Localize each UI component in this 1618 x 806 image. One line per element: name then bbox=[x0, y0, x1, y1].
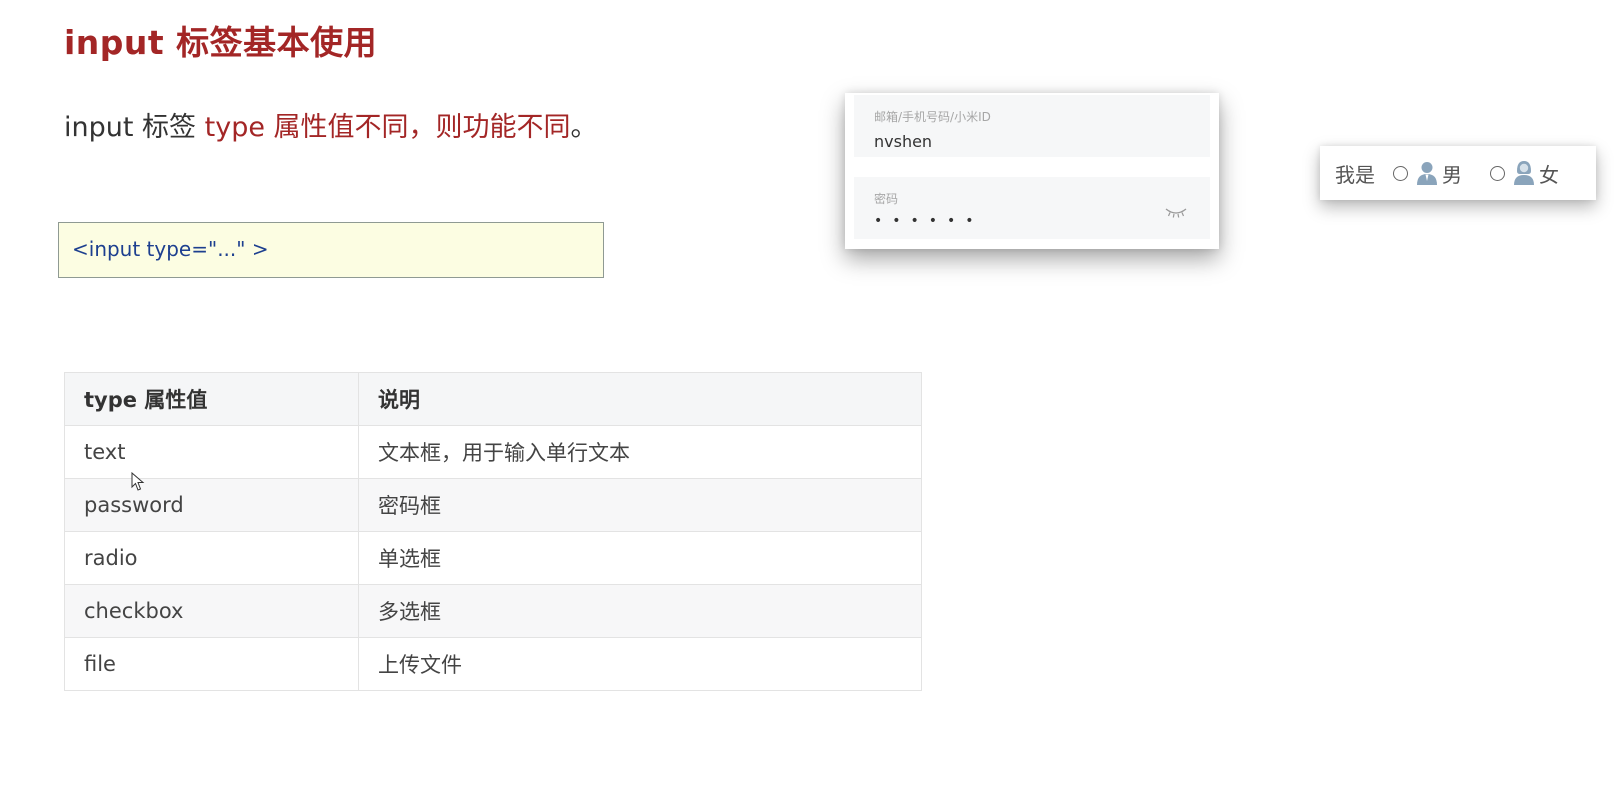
table-row: text 文本框，用于输入单行文本 bbox=[64, 425, 922, 479]
page-title: input 标签基本使用 bbox=[64, 23, 378, 62]
radio-female[interactable] bbox=[1490, 165, 1505, 181]
type-value: password bbox=[64, 478, 359, 532]
login-form-demo: 邮箱/手机号码/小米ID nvshen 密码 •••••• bbox=[845, 93, 1219, 249]
table-header-row: type 属性值 说明 bbox=[64, 372, 922, 426]
type-value: file bbox=[64, 637, 359, 691]
type-value: checkbox bbox=[64, 584, 359, 638]
type-value: text bbox=[64, 425, 359, 479]
table-row: checkbox 多选框 bbox=[64, 584, 922, 638]
password-field[interactable]: 密码 •••••• bbox=[854, 177, 1210, 239]
header-description: 说明 bbox=[358, 372, 922, 426]
intro-prefix: input 标签 bbox=[64, 112, 205, 143]
password-value: •••••• bbox=[874, 213, 984, 229]
male-person-icon bbox=[1417, 162, 1437, 185]
female-person-icon bbox=[1514, 161, 1534, 185]
radio-prefix-label: 我是 bbox=[1335, 162, 1375, 187]
type-description: 单选框 bbox=[358, 531, 922, 585]
intro-highlight: type 属性值不同，则功能不同 bbox=[204, 112, 571, 143]
username-label: 邮箱/手机号码/小米ID bbox=[874, 110, 991, 124]
type-description: 多选框 bbox=[358, 584, 922, 638]
radio-male-label: 男 bbox=[1442, 162, 1462, 187]
header-type: type 属性值 bbox=[64, 372, 359, 426]
table-row: file 上传文件 bbox=[64, 637, 922, 691]
radio-female-label: 女 bbox=[1539, 162, 1559, 187]
radio-male[interactable] bbox=[1393, 165, 1408, 181]
gender-radio-demo: 我是 男 女 bbox=[1320, 146, 1596, 200]
username-field[interactable]: 邮箱/手机号码/小米ID nvshen bbox=[854, 95, 1210, 157]
intro-suffix: 。 bbox=[570, 112, 598, 143]
type-description: 上传文件 bbox=[358, 637, 922, 691]
slide: input 标签基本使用 input 标签 type 属性值不同，则功能不同。 … bbox=[0, 0, 1618, 806]
table-row: radio 单选框 bbox=[64, 531, 922, 585]
eye-closed-icon[interactable] bbox=[1165, 207, 1187, 219]
type-value: radio bbox=[64, 531, 359, 585]
password-label: 密码 bbox=[874, 192, 899, 206]
table-row: password 密码框 bbox=[64, 478, 922, 532]
code-example: <input type="..." > bbox=[58, 222, 604, 278]
type-description: 文本框，用于输入单行文本 bbox=[358, 425, 922, 479]
type-description: 密码框 bbox=[358, 478, 922, 532]
intro-text: input 标签 type 属性值不同，则功能不同。 bbox=[64, 105, 598, 144]
type-table: type 属性值 说明 text 文本框，用于输入单行文本 password 密… bbox=[64, 372, 922, 691]
mouse-cursor-icon bbox=[131, 472, 145, 491]
username-value: nvshen bbox=[874, 132, 933, 151]
